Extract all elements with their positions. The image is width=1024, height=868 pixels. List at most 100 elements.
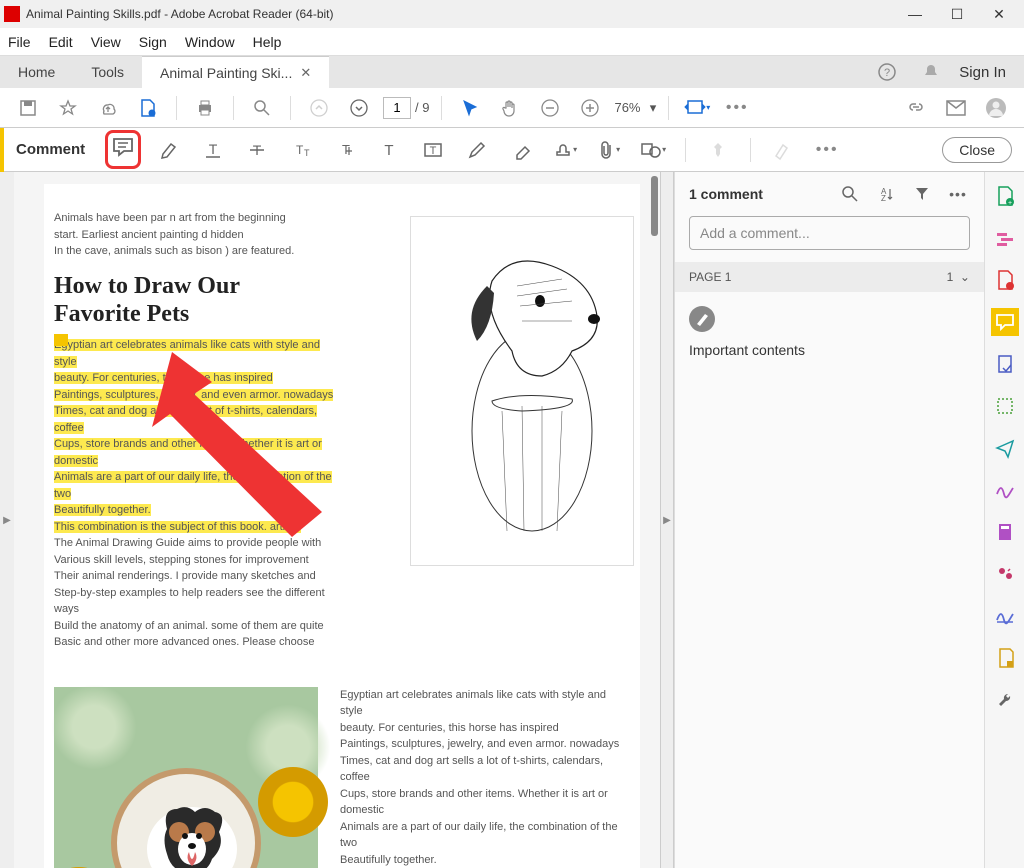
add-text-tool-icon[interactable]: T: [373, 134, 405, 166]
share-link-icon[interactable]: [900, 92, 932, 124]
zoom-in-icon[interactable]: [574, 92, 606, 124]
more-tools-icon[interactable]: •••: [721, 92, 753, 124]
search-comments-icon[interactable]: [838, 182, 862, 206]
filter-comments-icon[interactable]: [910, 182, 934, 206]
menu-file[interactable]: File: [8, 34, 31, 50]
pin-tool-icon[interactable]: [702, 134, 734, 166]
svg-text:T: T: [430, 145, 437, 157]
insert-text-tool-icon[interactable]: T: [329, 134, 361, 166]
tab-bar: Home Tools Animal Painting Ski... ✕ ? Si…: [0, 56, 1024, 88]
account-icon[interactable]: [980, 92, 1012, 124]
print-icon[interactable]: [189, 92, 221, 124]
close-comment-bar-button[interactable]: Close: [942, 137, 1012, 163]
sign-in-link[interactable]: Sign In: [959, 64, 1006, 81]
intro-text: Animals have been par n art from the beg…: [54, 210, 334, 260]
combine-files-icon[interactable]: [991, 224, 1019, 252]
page-down-icon[interactable]: [343, 92, 375, 124]
second-column-text: Egyptian art celebrates animals like cat…: [340, 687, 630, 868]
notifications-icon[interactable]: [915, 56, 947, 88]
edit-pdf-icon[interactable]: [991, 266, 1019, 294]
zoom-out-icon[interactable]: [534, 92, 566, 124]
pencil-tool-icon[interactable]: [461, 134, 493, 166]
comment-item[interactable]: Important contents: [675, 292, 984, 372]
file-lock-icon[interactable]: [132, 92, 164, 124]
menu-window[interactable]: Window: [185, 34, 235, 50]
main-toolbar: / 9 76% ▾ ▾ •••: [0, 88, 1024, 128]
tab-label: Home: [18, 64, 55, 80]
protect-icon[interactable]: [991, 518, 1019, 546]
comment-text: Important contents: [689, 342, 970, 358]
save-icon[interactable]: [12, 92, 44, 124]
document-viewport[interactable]: Animals have been par n art from the beg…: [14, 172, 660, 868]
comments-pane-toggle[interactable]: ▶: [660, 172, 674, 868]
sticky-note-marker-icon[interactable]: [54, 334, 68, 346]
organize-pages-icon[interactable]: [991, 392, 1019, 420]
maximize-button[interactable]: ☐: [936, 0, 978, 28]
tab-home[interactable]: Home: [0, 56, 73, 88]
more-apps-icon[interactable]: [991, 560, 1019, 588]
menu-view[interactable]: View: [91, 34, 121, 50]
star-icon[interactable]: [52, 92, 84, 124]
more-comment-tools-icon[interactable]: •••: [811, 134, 843, 166]
svg-text:T: T: [209, 141, 218, 157]
underline-tool-icon[interactable]: T: [197, 134, 229, 166]
fill-sign-icon[interactable]: [991, 476, 1019, 504]
dog-sketch-image: [410, 216, 634, 566]
highlight-tool-icon[interactable]: [153, 134, 185, 166]
help-icon[interactable]: ?: [871, 56, 903, 88]
page-separator-count: 1 ⌄: [947, 270, 970, 284]
comments-options-icon[interactable]: •••: [946, 182, 970, 206]
menu-sign[interactable]: Sign: [139, 34, 167, 50]
selection-tool-icon[interactable]: [454, 92, 486, 124]
settings-wrench-icon[interactable]: [991, 686, 1019, 714]
tab-tools[interactable]: Tools: [73, 56, 142, 88]
add-comment-input[interactable]: Add a comment...: [689, 216, 970, 250]
page-separator-label: PAGE 1: [689, 270, 731, 284]
menu-help[interactable]: Help: [253, 34, 282, 50]
tab-document[interactable]: Animal Painting Ski... ✕: [142, 56, 329, 88]
main-area: ▶ Animals have been par n art from the b…: [0, 172, 1024, 868]
create-pdf-icon[interactable]: +: [991, 182, 1019, 210]
fit-width-icon[interactable]: ▾: [681, 92, 713, 124]
svg-text:T: T: [304, 148, 310, 158]
embroidery-image: Porfirio: [54, 687, 318, 868]
zoom-value: 76%: [614, 100, 640, 115]
menu-edit[interactable]: Edit: [49, 34, 73, 50]
eraser-tool-icon[interactable]: [505, 134, 537, 166]
window-titlebar: Animal Painting Skills.pdf - Adobe Acrob…: [0, 0, 1024, 28]
stamp-tool-icon[interactable]: ▾: [549, 134, 581, 166]
textbox-tool-icon[interactable]: T: [417, 134, 449, 166]
sign-tool-icon[interactable]: [991, 602, 1019, 630]
cloud-upload-icon[interactable]: [92, 92, 124, 124]
svg-text:T: T: [296, 143, 304, 157]
page-total: / 9: [415, 100, 429, 115]
close-window-button[interactable]: ✕: [978, 0, 1020, 28]
strikethrough-tool-icon[interactable]: T: [241, 134, 273, 166]
comments-panel-header: 1 comment AZ •••: [675, 172, 984, 216]
drawing-tools-icon[interactable]: ▾: [637, 134, 669, 166]
send-for-review-icon[interactable]: [991, 434, 1019, 462]
page-up-icon[interactable]: [303, 92, 335, 124]
page-number-input[interactable]: [383, 97, 411, 119]
tab-close-icon[interactable]: ✕: [300, 65, 311, 81]
hand-tool-icon[interactable]: [494, 92, 526, 124]
zoom-level[interactable]: 76% ▾: [614, 100, 656, 116]
find-icon[interactable]: [246, 92, 278, 124]
attachment-tool-icon[interactable]: ▾: [593, 134, 625, 166]
page-separator[interactable]: PAGE 1 1 ⌄: [675, 262, 984, 292]
replace-text-tool-icon[interactable]: TT: [285, 134, 317, 166]
comments-panel: 1 comment AZ ••• Add a comment... PAGE 1…: [674, 172, 984, 868]
comment-count: 1 comment: [689, 186, 826, 202]
color-tool-icon[interactable]: [767, 134, 799, 166]
export-pdf-icon[interactable]: [991, 350, 1019, 378]
svg-text:?: ?: [884, 67, 890, 79]
sticky-note-tool[interactable]: [105, 130, 141, 169]
email-icon[interactable]: [940, 92, 972, 124]
compress-icon[interactable]: [991, 644, 1019, 672]
app-icon: [4, 6, 20, 22]
comment-tool-icon[interactable]: [991, 308, 1019, 336]
sort-comments-icon[interactable]: AZ: [874, 182, 898, 206]
scrollbar-thumb[interactable]: [651, 176, 658, 236]
minimize-button[interactable]: —: [894, 0, 936, 28]
nav-pane-toggle[interactable]: ▶: [0, 172, 14, 868]
